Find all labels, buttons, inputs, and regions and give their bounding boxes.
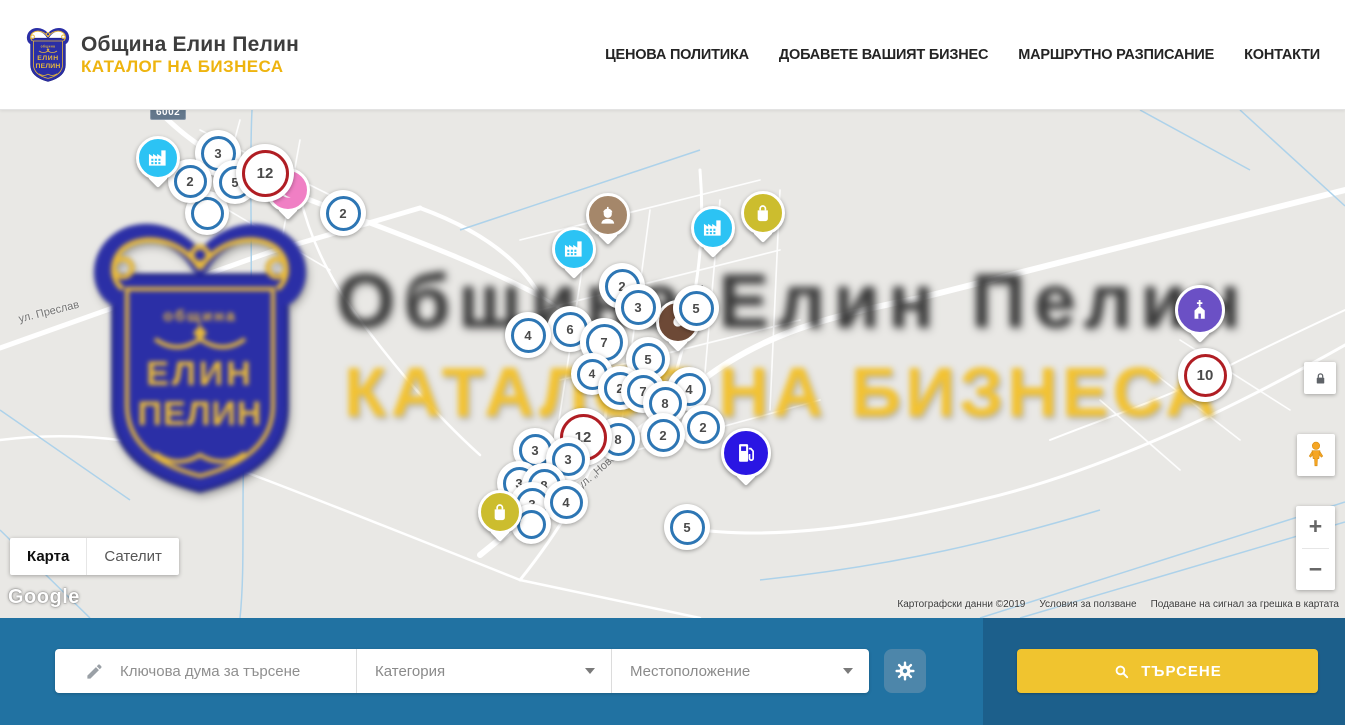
cluster-marker[interactable]: 5 xyxy=(673,285,719,331)
map-canvas[interactable]: ул. Преслав бул. „Новосел ции 6002 Общин… xyxy=(0,110,1345,618)
bag-pin-marker[interactable] xyxy=(741,191,785,235)
municipality-emblem-icon xyxy=(25,22,71,88)
category-select-value: Категория xyxy=(375,663,445,680)
location-select[interactable]: Местоположение xyxy=(612,649,869,693)
search-icon xyxy=(1113,663,1130,680)
bag-pin-marker[interactable] xyxy=(478,490,522,534)
lock-icon xyxy=(1313,371,1328,386)
advanced-search-button[interactable] xyxy=(884,649,926,693)
site-subtitle: КАТАЛОГ НА БИЗНЕСА xyxy=(81,57,299,77)
attribution-report-error-link[interactable]: Подаване на сигнал за грешка в картата xyxy=(1151,599,1339,610)
cluster-marker[interactable]: 4 xyxy=(544,480,588,524)
nav-pricing-policy[interactable]: ЦЕНОВА ПОЛИТИКА xyxy=(605,47,749,63)
map-lock-button[interactable] xyxy=(1304,362,1336,394)
markers-layer: 32512223564754274822812333834510 xyxy=(0,110,1345,618)
keyword-field-wrap xyxy=(55,649,357,693)
fuel-pin-marker[interactable] xyxy=(721,428,771,478)
cluster-marker[interactable]: 4 xyxy=(505,312,551,358)
street-view-pegman-button[interactable] xyxy=(1297,434,1335,476)
zoom-in-button[interactable]: + xyxy=(1296,506,1335,548)
gear-icon xyxy=(894,660,916,682)
cluster-marker[interactable]: 2 xyxy=(681,405,725,449)
cluster-marker[interactable]: 3 xyxy=(615,284,661,330)
header: Община Елин Пелин КАТАЛОГ НА БИЗНЕСА ЦЕН… xyxy=(0,0,1345,110)
search-button-label: ТЪРСЕНЕ xyxy=(1141,663,1222,680)
chevron-down-icon xyxy=(585,668,595,674)
cluster-marker[interactable]: 10 xyxy=(1178,348,1232,402)
pegman-icon xyxy=(1303,440,1329,470)
pencil-icon xyxy=(85,662,104,681)
google-logo[interactable]: Google xyxy=(8,586,80,609)
map-type-control: Карта Сателит xyxy=(10,538,179,575)
attribution-copyright: Картографски данни ©2019 xyxy=(897,599,1025,610)
search-form: Категория Местоположение xyxy=(55,649,869,693)
site-logo[interactable]: Община Елин Пелин КАТАЛОГ НА БИЗНЕСА xyxy=(0,22,299,88)
factory-pin-marker[interactable] xyxy=(136,136,180,180)
nav-add-your-business[interactable]: ДОБАВЕТЕ ВАШИЯТ БИЗНЕС xyxy=(779,47,988,63)
zoom-out-button[interactable]: − xyxy=(1296,549,1335,591)
nav-route-schedule[interactable]: МАРШРУТНО РАЗПИСАНИЕ xyxy=(1018,47,1214,63)
cluster-marker[interactable]: 12 xyxy=(236,144,294,202)
map-type-map-button[interactable]: Карта xyxy=(10,538,87,575)
search-button[interactable]: ТЪРСЕНЕ xyxy=(1017,649,1318,693)
attribution-terms-link[interactable]: Условия за ползване xyxy=(1039,599,1136,610)
keyword-search-input[interactable] xyxy=(118,662,340,681)
category-select[interactable]: Категория xyxy=(357,649,612,693)
zoom-control: + − xyxy=(1296,506,1335,590)
church-pin-marker[interactable] xyxy=(1175,285,1225,335)
chevron-down-icon xyxy=(843,668,853,674)
cluster-marker[interactable]: 2 xyxy=(641,413,685,457)
cluster-marker[interactable]: 2 xyxy=(320,190,366,236)
cluster-marker[interactable]: 5 xyxy=(664,504,710,550)
search-panel: Категория Местоположение xyxy=(0,618,1345,725)
location-select-value: Местоположение xyxy=(630,663,750,680)
nav-contacts[interactable]: КОНТАКТИ xyxy=(1244,47,1320,63)
factory-pin-marker[interactable] xyxy=(552,227,596,271)
map-type-satellite-button[interactable]: Сателит xyxy=(87,538,179,575)
site-title: Община Елин Пелин xyxy=(81,33,299,57)
main-nav: ЦЕНОВА ПОЛИТИКА ДОБАВЕТЕ ВАШИЯТ БИЗНЕС М… xyxy=(605,47,1345,63)
factory-pin-marker[interactable] xyxy=(691,206,735,250)
map-attribution: Картографски данни ©2019 Условия за полз… xyxy=(897,599,1339,610)
